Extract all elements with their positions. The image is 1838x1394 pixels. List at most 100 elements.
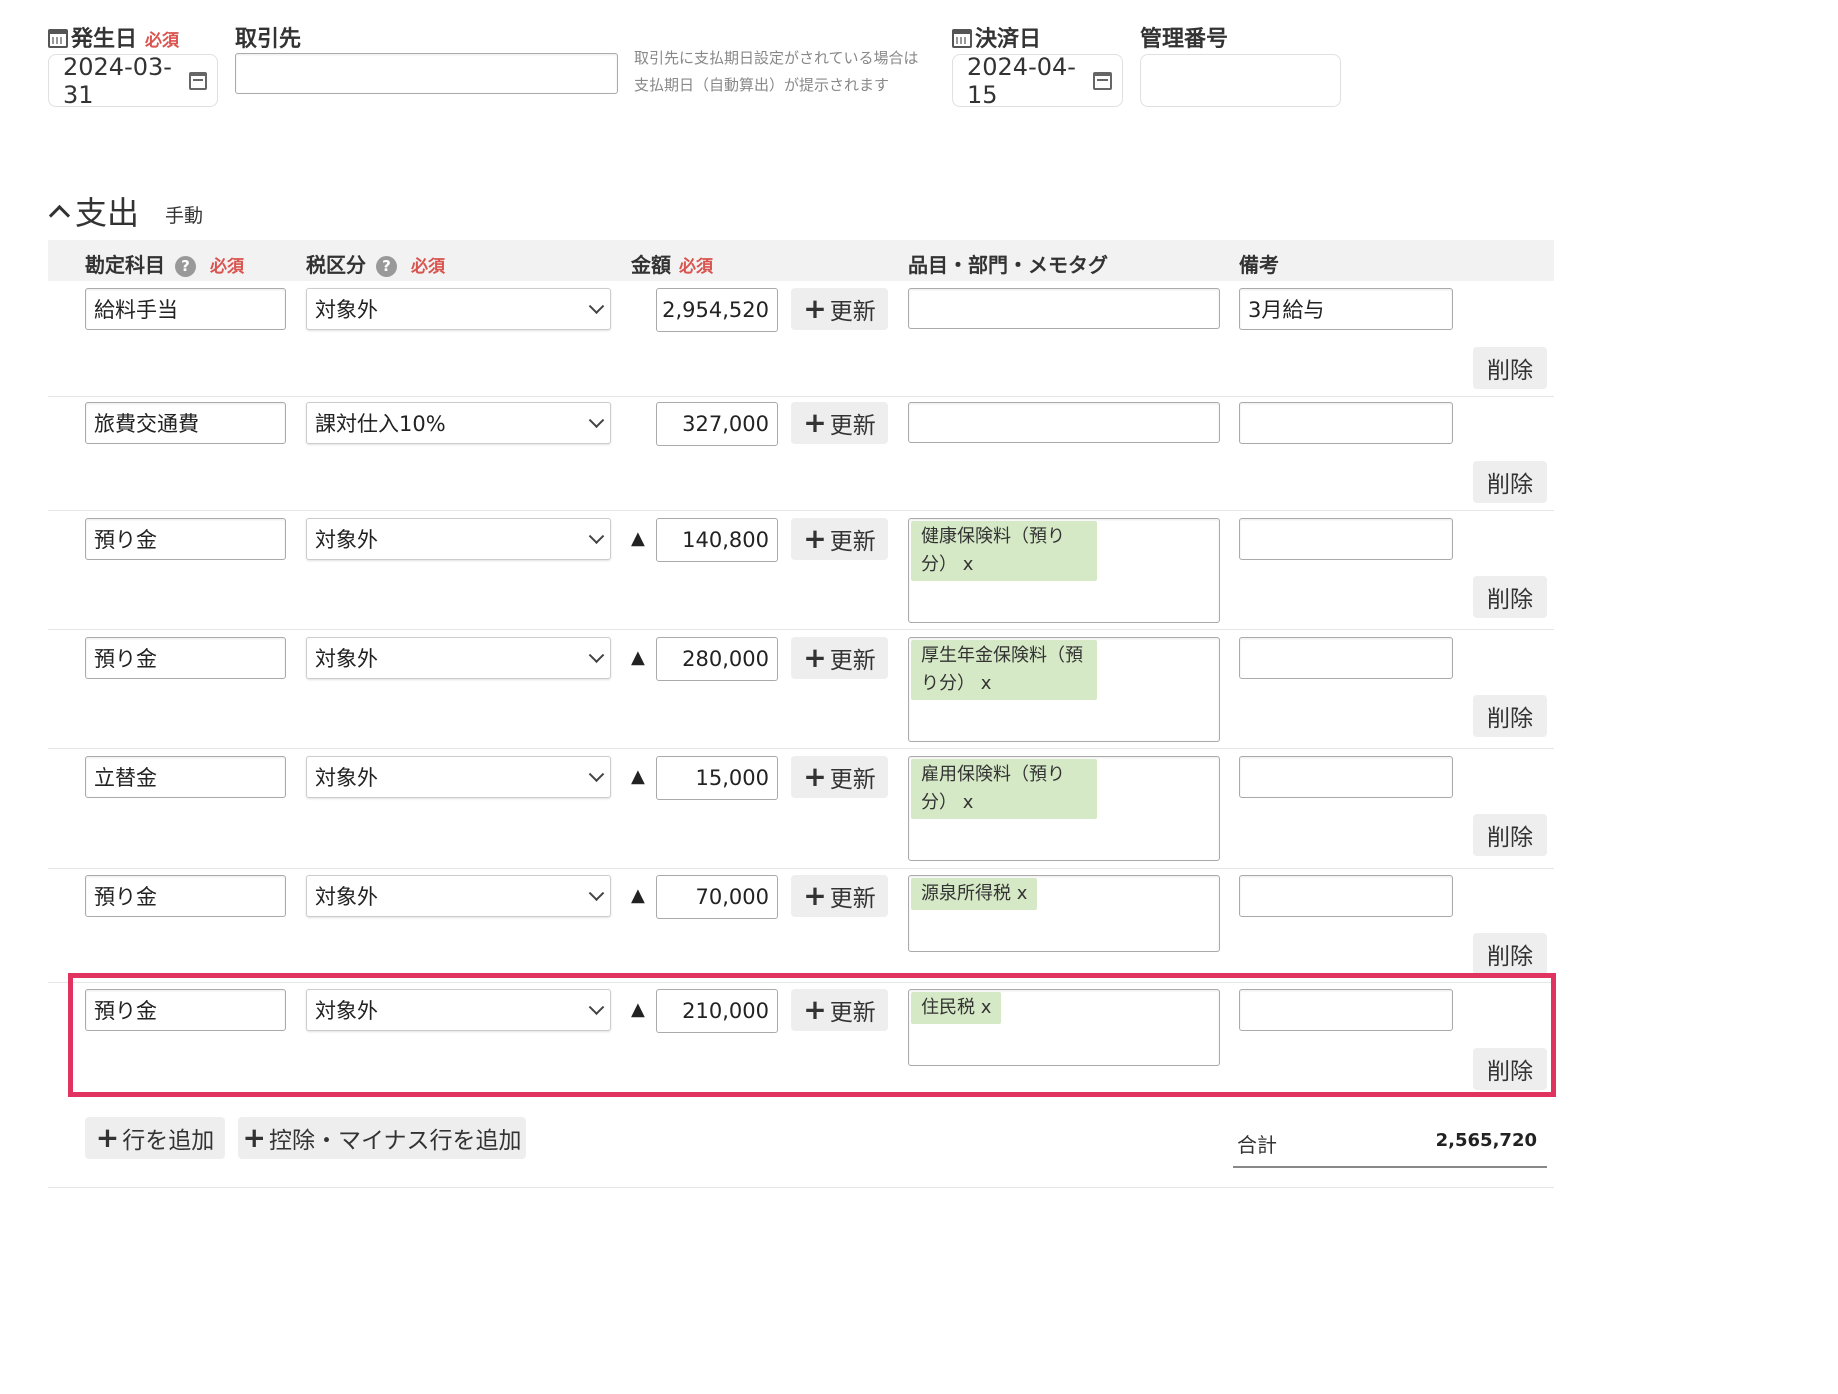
add-row-label: 行を追加 bbox=[122, 1128, 215, 1154]
occurrence-date-input[interactable]: 2024-03-31 bbox=[48, 53, 218, 109]
tag-chip-label: 雇用保険料（預り分） bbox=[921, 764, 1065, 813]
plus-icon: + bbox=[803, 641, 827, 674]
plus-icon: + bbox=[803, 406, 827, 439]
tax-select-value: 対象外 bbox=[315, 528, 378, 552]
tag-field[interactable] bbox=[908, 402, 1220, 443]
required-badge: 必須 bbox=[411, 257, 445, 277]
row-divider bbox=[48, 748, 1554, 749]
chevron-down-icon bbox=[588, 528, 605, 545]
update-button[interactable]: + 更新 bbox=[791, 518, 888, 560]
remarks-input[interactable] bbox=[1239, 637, 1453, 679]
tax-select-value: 対象外 bbox=[315, 647, 378, 671]
update-button[interactable]: + 更新 bbox=[791, 637, 888, 679]
remarks-input[interactable] bbox=[1239, 875, 1453, 917]
minus-mark: ▲ bbox=[631, 647, 645, 668]
delete-button[interactable]: 削除 bbox=[1473, 576, 1547, 618]
highlight-frame bbox=[68, 973, 1556, 1097]
help-icon[interactable]: ? bbox=[376, 256, 397, 277]
amount-input[interactable]: 327,000 bbox=[656, 402, 778, 446]
account-input[interactable]: 預り金 bbox=[85, 637, 286, 679]
update-button[interactable]: + 更新 bbox=[791, 402, 888, 444]
remarks-input[interactable] bbox=[1239, 756, 1453, 798]
tax-select-value: 対象外 bbox=[315, 885, 378, 909]
delete-button[interactable]: 削除 bbox=[1473, 695, 1547, 737]
add-minus-row-button[interactable]: + 控除・マイナス行を追加 bbox=[238, 1117, 526, 1159]
tag-field[interactable]: 雇用保険料（預り分） x bbox=[908, 756, 1220, 861]
account-input[interactable]: 旅費交通費 bbox=[85, 402, 286, 444]
tax-select[interactable]: 対象外 bbox=[306, 288, 611, 330]
account-input[interactable]: 預り金 bbox=[85, 518, 286, 560]
column-header-remarks: 備考 bbox=[1239, 253, 1279, 277]
delete-button[interactable]: 削除 bbox=[1473, 933, 1547, 975]
calendar-icon bbox=[952, 29, 972, 48]
required-badge: 必須 bbox=[679, 257, 713, 277]
update-label: 更新 bbox=[829, 767, 876, 793]
plus-icon: + bbox=[803, 292, 827, 325]
calendar-icon[interactable] bbox=[188, 71, 207, 90]
calendar-icon[interactable] bbox=[1093, 71, 1112, 90]
plus-icon: + bbox=[803, 879, 827, 912]
account-input[interactable]: 給料手当 bbox=[85, 288, 286, 330]
update-label: 更新 bbox=[829, 886, 876, 912]
amount-input[interactable]: 15,000 bbox=[656, 756, 778, 800]
tag-remove-button[interactable]: x bbox=[981, 673, 992, 694]
add-minus-row-label: 控除・マイナス行を追加 bbox=[268, 1128, 522, 1154]
management-number-input[interactable] bbox=[1140, 54, 1341, 107]
tag-chip: 健康保険料（預り分） x bbox=[911, 521, 1097, 581]
tax-select[interactable]: 対象外 bbox=[306, 637, 611, 679]
delete-button[interactable]: 削除 bbox=[1473, 461, 1547, 503]
column-header-account: 勘定科目? 必須 bbox=[85, 253, 244, 277]
management-number-label: 管理番号 bbox=[1140, 27, 1229, 52]
column-header-tax: 税区分? 必須 bbox=[306, 253, 445, 277]
occurrence-date-label: 発生日 必須 bbox=[48, 21, 179, 53]
plus-icon: + bbox=[803, 522, 827, 555]
section-title: 支出 bbox=[75, 194, 140, 232]
partner-label: 取引先 bbox=[235, 27, 302, 52]
expense-section-header[interactable]: 支出 手動 bbox=[48, 188, 203, 234]
remarks-input[interactable] bbox=[1239, 402, 1453, 444]
required-badge: 必須 bbox=[210, 257, 244, 277]
tag-remove-button[interactable]: x bbox=[1017, 883, 1028, 904]
update-label: 更新 bbox=[829, 648, 876, 674]
amount-input[interactable]: 2,954,520 bbox=[656, 288, 778, 332]
settlement-date-label: 決済日 bbox=[952, 21, 1041, 53]
row-divider bbox=[48, 868, 1554, 869]
tag-remove-button[interactable]: x bbox=[963, 792, 974, 813]
partner-note-line: 取引先に支払期日設定がされている場合は bbox=[634, 49, 919, 67]
tag-field[interactable]: 源泉所得税 x bbox=[908, 875, 1220, 952]
amount-input[interactable]: 280,000 bbox=[656, 637, 778, 681]
remarks-input[interactable]: 3月給与 bbox=[1239, 288, 1453, 330]
update-label: 更新 bbox=[829, 529, 876, 555]
tag-field[interactable]: 厚生年金保険料（預り分） x bbox=[908, 637, 1220, 742]
add-row-button[interactable]: + 行を追加 bbox=[85, 1117, 225, 1159]
settlement-date-value: 2024-04-15 bbox=[967, 52, 1076, 109]
delete-button[interactable]: 削除 bbox=[1473, 814, 1547, 856]
update-button[interactable]: + 更新 bbox=[791, 288, 888, 330]
total-label: 合計 bbox=[1237, 1133, 1277, 1157]
column-header-tags: 品目・部門・メモタグ bbox=[908, 253, 1108, 277]
tax-select[interactable]: 対象外 bbox=[306, 756, 611, 798]
update-button[interactable]: + 更新 bbox=[791, 756, 888, 798]
tax-select[interactable]: 対象外 bbox=[306, 875, 611, 917]
partner-note-line: 支払期日（自動算出）が提示されます bbox=[634, 76, 890, 94]
required-badge: 必須 bbox=[145, 31, 180, 51]
tax-select[interactable]: 課対仕入10% bbox=[306, 402, 611, 444]
delete-button[interactable]: 削除 bbox=[1473, 347, 1547, 389]
tax-select[interactable]: 対象外 bbox=[306, 518, 611, 560]
account-input[interactable]: 預り金 bbox=[85, 875, 286, 917]
tag-field[interactable] bbox=[908, 288, 1220, 329]
amount-input[interactable]: 70,000 bbox=[656, 875, 778, 919]
row-divider bbox=[48, 629, 1554, 630]
settlement-date-input[interactable]: 2024-04-15 bbox=[952, 52, 1123, 109]
chevron-up-icon[interactable] bbox=[48, 204, 71, 226]
remarks-input[interactable] bbox=[1239, 518, 1453, 560]
table-header bbox=[48, 240, 1554, 281]
help-icon[interactable]: ? bbox=[175, 256, 196, 277]
partner-input[interactable] bbox=[235, 53, 618, 94]
amount-input[interactable]: 140,800 bbox=[656, 518, 778, 562]
section-mode: 手動 bbox=[165, 204, 204, 227]
tag-remove-button[interactable]: x bbox=[963, 554, 974, 575]
account-input[interactable]: 立替金 bbox=[85, 756, 286, 798]
update-button[interactable]: + 更新 bbox=[791, 875, 888, 917]
tag-field[interactable]: 健康保険料（預り分） x bbox=[908, 518, 1220, 623]
